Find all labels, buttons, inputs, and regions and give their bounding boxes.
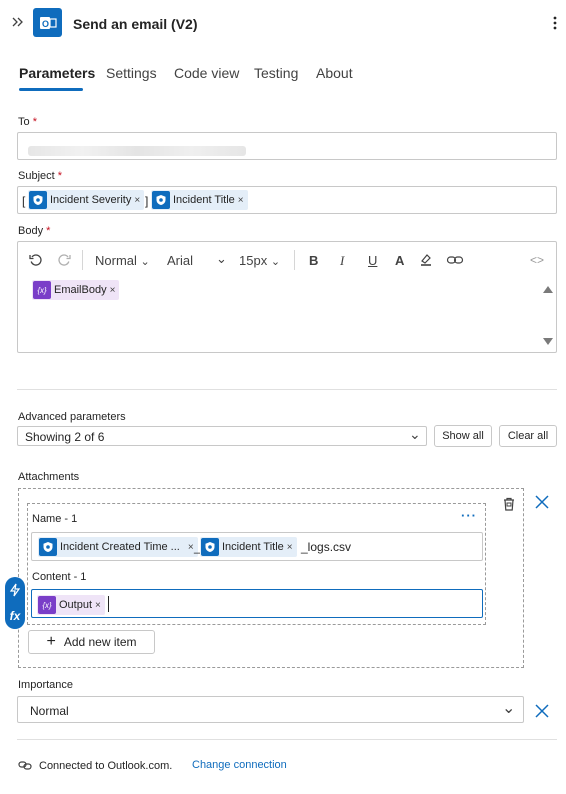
dynamic-content-pill: fx (5, 577, 25, 629)
show-all-button[interactable]: Show all (434, 425, 492, 447)
delete-attachment-button[interactable] (502, 496, 516, 515)
attachment-name-label: Name - 1 (32, 513, 78, 525)
tab-about[interactable]: About (316, 65, 353, 81)
chevron-down-icon: ⌄ (409, 426, 421, 442)
redo-button[interactable] (56, 252, 72, 271)
chevron-down-icon: ⌄ (140, 256, 150, 268)
attachments-label: Attachments (18, 471, 80, 483)
required-mark: * (46, 225, 51, 237)
toolbar-divider (294, 250, 295, 270)
to-field[interactable] (17, 132, 557, 160)
more-vertical-icon (553, 16, 557, 30)
format-select[interactable]: Normal ⌄ (95, 253, 150, 268)
subject-token-severity[interactable]: Incident Severity × (28, 190, 145, 210)
shield-icon (152, 191, 170, 209)
bold-button[interactable]: B (309, 253, 318, 268)
connection-icon (18, 758, 34, 775)
section-divider (17, 389, 557, 390)
underline-button[interactable]: U (368, 253, 377, 268)
to-label: To * (18, 116, 37, 128)
subject-label: Subject * (18, 170, 63, 182)
importance-label: Importance (18, 679, 74, 691)
redo-icon (58, 254, 71, 266)
close-icon (535, 704, 549, 718)
subject-middle: ] (145, 194, 149, 208)
text-cursor (108, 596, 109, 612)
advanced-parameters-label: Advanced parameters (18, 411, 126, 423)
remove-attachments-button[interactable] (535, 494, 549, 512)
active-tab-indicator (19, 88, 83, 91)
tab-code-view[interactable]: Code view (174, 65, 239, 81)
plus-icon: + (46, 633, 56, 650)
italic-button[interactable]: I (340, 253, 344, 269)
svg-text:O: O (42, 19, 49, 29)
remove-token-button[interactable]: × (134, 195, 140, 206)
scroll-up-button[interactable] (543, 286, 553, 293)
close-icon (535, 495, 549, 509)
body-editor[interactable]: Normal ⌄ Arial ⌄ 15px ⌄ B I U A <> {x} E… (17, 241, 557, 353)
remove-importance-button[interactable] (535, 703, 549, 721)
chevron-down-icon: ⌄ (270, 256, 281, 268)
remove-token-button[interactable]: × (287, 542, 293, 553)
attachment-more-button[interactable]: ··· (461, 508, 477, 523)
shield-icon (39, 538, 57, 556)
subject-field[interactable]: [ Incident Severity × ] Incident Title × (17, 186, 557, 214)
name-suffix: _logs.csv (301, 540, 352, 554)
body-token-emailbody[interactable]: {x} EmailBody × (32, 280, 120, 300)
redacted-recipient (28, 146, 246, 156)
toolbar-divider (82, 250, 83, 270)
scroll-down-button[interactable] (543, 338, 553, 345)
connection-status: Connected to Outlook.com. (39, 760, 173, 772)
expression-icon: {x} (38, 596, 56, 614)
attachment-content-label: Content - 1 (32, 571, 87, 583)
undo-button[interactable] (28, 252, 44, 271)
more-options-button[interactable] (549, 14, 561, 32)
clear-all-button[interactable]: Clear all (499, 425, 557, 447)
add-new-item-button[interactable]: + Add new item (28, 630, 155, 654)
shield-icon (29, 191, 47, 209)
remove-token-button[interactable]: × (95, 600, 101, 611)
content-token-output[interactable]: {x} Output × (37, 595, 105, 615)
remove-token-button[interactable]: × (238, 195, 244, 206)
name-token-created-time[interactable]: Incident Created Time ... × (38, 537, 198, 557)
importance-select[interactable]: Normal ⌄ (17, 696, 524, 723)
expand-panel-button[interactable] (10, 14, 26, 30)
font-size-select[interactable]: 15px ⌄ (239, 253, 280, 268)
link-button[interactable] (446, 252, 464, 271)
subject-token-title[interactable]: Incident Title × (151, 190, 248, 210)
expression-icon: {x} (33, 281, 51, 299)
footer-divider (17, 739, 557, 740)
attachment-name-field[interactable]: Incident Created Time ... × _ Incident T… (31, 532, 483, 561)
required-mark: * (57, 170, 63, 182)
tab-testing[interactable]: Testing (254, 65, 298, 81)
attachment-content-field[interactable]: {x} Output × (31, 589, 483, 618)
shield-icon (201, 538, 219, 556)
code-view-button[interactable]: <> (530, 253, 544, 267)
advanced-parameters-select[interactable]: Showing 2 of 6 ⌄ (17, 426, 427, 446)
chevron-down-icon: ⌄ (502, 700, 516, 717)
trash-icon (504, 497, 514, 511)
body-label: Body * (18, 225, 51, 237)
font-select[interactable]: Arial (167, 253, 193, 268)
remove-token-button[interactable]: × (188, 542, 194, 553)
highlight-button[interactable] (418, 252, 434, 271)
page-title: Send an email (V2) (73, 16, 198, 32)
remove-token-button[interactable]: × (110, 285, 116, 296)
name-token-incident-title[interactable]: Incident Title × (200, 537, 297, 557)
required-mark: * (32, 116, 37, 128)
tab-settings[interactable]: Settings (106, 65, 157, 81)
change-connection-link[interactable]: Change connection (192, 759, 287, 771)
fx-icon[interactable]: fx (10, 609, 21, 623)
link-icon (446, 256, 464, 264)
outlook-icon: O (33, 8, 62, 37)
lightning-icon[interactable] (9, 583, 21, 597)
tab-parameters[interactable]: Parameters (19, 65, 95, 81)
subject-prefix: [ (22, 194, 26, 208)
highlight-icon (421, 254, 431, 266)
chevron-down-icon[interactable]: ⌄ (216, 251, 227, 267)
double-chevron-right-icon (12, 17, 23, 27)
font-color-button[interactable]: A (395, 253, 404, 268)
undo-icon (29, 254, 42, 266)
